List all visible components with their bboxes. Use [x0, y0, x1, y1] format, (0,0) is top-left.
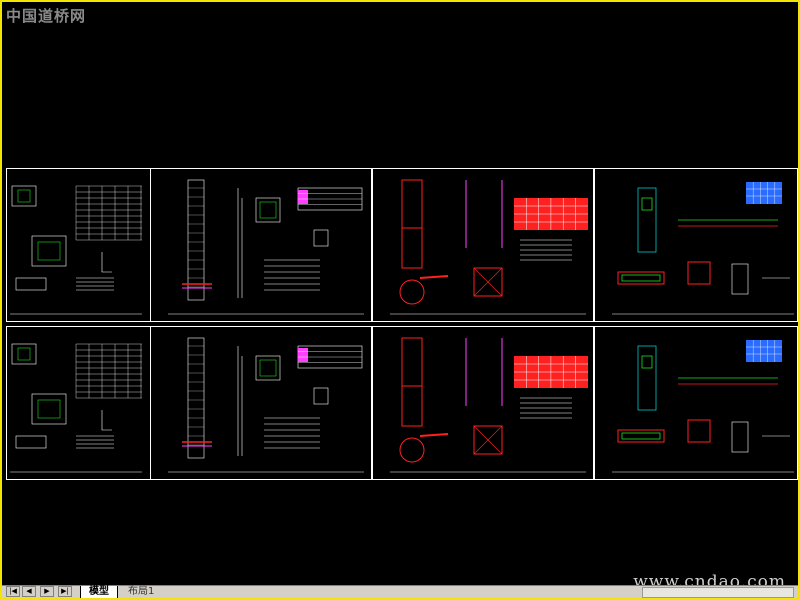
cad-window: 中国道桥网 www.cndao.com |◀ ◀ ▶ ▶| 模型 布局1	[0, 0, 800, 600]
cad-drawings	[10, 179, 794, 473]
tab-layout1[interactable]: 布局1	[120, 586, 162, 598]
prev-tab-button[interactable]: ◀	[22, 586, 36, 597]
drawing-row-1	[10, 179, 794, 315]
model-space[interactable]	[2, 2, 798, 598]
tab-model[interactable]: 模型	[80, 586, 118, 598]
drawing-row-2	[10, 337, 794, 473]
last-tab-button[interactable]: ▶|	[58, 586, 72, 597]
layout-tab-bar: |◀ ◀ ▶ ▶| 模型 布局1	[2, 585, 798, 598]
next-tab-button[interactable]: ▶	[40, 586, 54, 597]
first-tab-button[interactable]: |◀	[6, 586, 20, 597]
horizontal-scrollbar[interactable]	[642, 587, 794, 598]
